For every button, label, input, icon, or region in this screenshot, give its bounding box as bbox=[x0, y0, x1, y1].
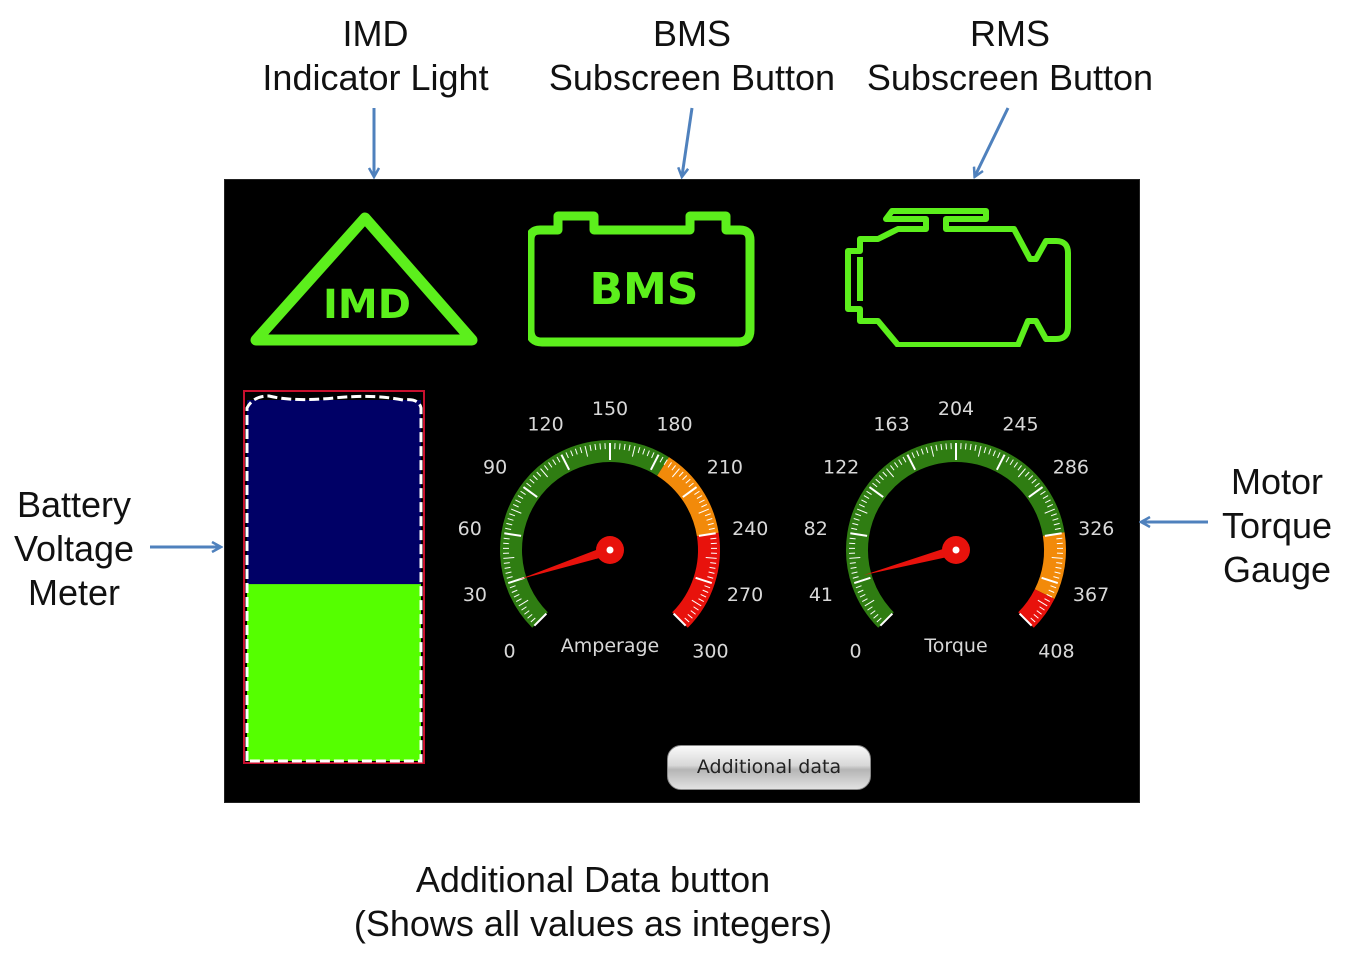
torque-tick bbox=[965, 443, 967, 450]
bms-callout-line1: BMS bbox=[652, 13, 731, 54]
bms-callout-line2: Subscreen Button bbox=[548, 57, 836, 98]
imd-label: IMD bbox=[323, 282, 411, 328]
torque-tick-label: 82 bbox=[804, 518, 828, 540]
torque-callout-line3: Gauge bbox=[1222, 549, 1332, 590]
rms-callout-line2: Subscreen Button bbox=[866, 57, 1154, 98]
torque-tick-label: 286 bbox=[1053, 457, 1089, 479]
bms-label: BMS bbox=[589, 264, 698, 315]
motor-torque-gauge: 0 41 82 122 163 204 245 286 326 367 408 Torque bbox=[804, 398, 1115, 662]
imd-callout-line2: Indicator Light bbox=[262, 57, 489, 98]
amperage-tick-label: 240 bbox=[732, 518, 768, 540]
amperage-tick bbox=[619, 443, 621, 450]
battery-callout-line1: Battery bbox=[16, 484, 132, 525]
bms-callout: BMS Subscreen Button bbox=[540, 12, 844, 100]
torque-tick-label: 367 bbox=[1073, 584, 1109, 606]
torque-tick-label: 326 bbox=[1078, 518, 1114, 540]
torque-tick-label: 41 bbox=[809, 584, 833, 606]
torque-tick bbox=[945, 443, 947, 450]
additional-callout-line1: Additional Data button bbox=[415, 859, 771, 900]
torque-tick bbox=[849, 537, 856, 540]
rms-arrow bbox=[975, 107, 1010, 176]
battery-callout: Battery Voltage Meter bbox=[8, 483, 140, 615]
torque-callout-line1: Motor bbox=[1230, 461, 1324, 502]
amperage-title: Amperage bbox=[561, 635, 659, 657]
bms-subscreen-button[interactable]: BMS bbox=[528, 208, 760, 348]
rms-callout-line1: RMS bbox=[970, 13, 1050, 54]
amperage-tick-label: 150 bbox=[592, 398, 628, 420]
torque-tick-label: 163 bbox=[873, 413, 909, 435]
torque-title: Torque bbox=[923, 635, 987, 657]
battery-callout-line3: Meter bbox=[27, 572, 121, 613]
additional-callout: Additional Data button (Shows all values… bbox=[330, 858, 856, 946]
torque-hub-center bbox=[952, 546, 960, 554]
additional-callout-line2: (Shows all values as integers) bbox=[353, 903, 833, 944]
torque-tick-label: 122 bbox=[823, 457, 859, 479]
torque-tick-label: 408 bbox=[1038, 640, 1074, 662]
amperage-hub-center bbox=[606, 546, 614, 554]
torque-callout: Motor Torque Gauge bbox=[1212, 460, 1342, 592]
torque-tick-label: 204 bbox=[938, 398, 974, 420]
amperage-tick bbox=[710, 537, 717, 540]
bms-arrow bbox=[682, 107, 694, 176]
torque-callout-line2: Torque bbox=[1221, 505, 1333, 546]
torque-zone-1 bbox=[1034, 532, 1066, 600]
amperage-tick-label: 30 bbox=[463, 584, 487, 606]
rms-callout: RMS Subscreen Button bbox=[858, 12, 1162, 100]
imd-warning-icon: IMD bbox=[250, 212, 478, 346]
amperage-tick-label: 300 bbox=[692, 640, 728, 662]
amperage-tick-label: 180 bbox=[656, 413, 692, 435]
amperage-tick-label: 270 bbox=[727, 584, 763, 606]
additional-data-button[interactable]: Additional data bbox=[667, 745, 871, 790]
engine-icon bbox=[845, 208, 1071, 347]
amperage-tick-label: 210 bbox=[707, 457, 743, 479]
torque-tick-label: 245 bbox=[1002, 413, 1038, 435]
amperage-tick-label: 90 bbox=[483, 457, 507, 479]
battery-meter-fill bbox=[247, 584, 421, 761]
amperage-tick-label: 0 bbox=[504, 640, 516, 662]
amperage-tick-label: 120 bbox=[527, 413, 563, 435]
torque-tick-label: 0 bbox=[850, 640, 862, 662]
rms-subscreen-button[interactable] bbox=[838, 205, 1072, 347]
amperage-tick bbox=[599, 443, 601, 450]
amperage-tick bbox=[503, 537, 510, 540]
amperage-gauge: 0 30 60 90 120 150 180 210 240 270 300 Amperage bbox=[458, 398, 769, 662]
torque-tick bbox=[1056, 537, 1063, 540]
battery-voltage-meter bbox=[243, 390, 425, 764]
imd-callout-line1: IMD bbox=[342, 13, 409, 54]
imd-callout: IMD Indicator Light bbox=[258, 12, 493, 100]
battery-callout-line2: Voltage bbox=[13, 528, 135, 569]
amperage-tick-label: 60 bbox=[458, 518, 482, 540]
